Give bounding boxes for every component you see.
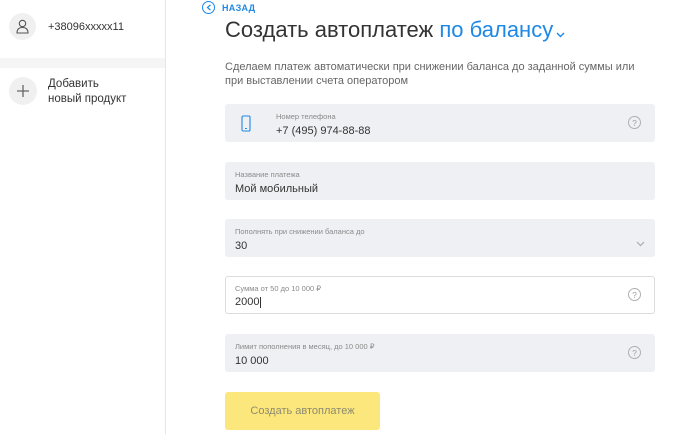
add-product-line2: новый продукт — [48, 93, 127, 105]
amount-input[interactable]: Сумма от 50 до 10 000 ₽ 2000 ? — [225, 276, 655, 314]
add-product-label: Добавить новый продукт — [48, 77, 126, 107]
text-cursor — [260, 296, 262, 308]
monthly-limit-field[interactable]: Лимит пополнения в месяц, до 10 000 ₽ 10… — [225, 334, 655, 372]
back-label: НАЗАД — [222, 2, 256, 13]
amount-label: Сумма от 50 до 10 000 ₽ — [235, 284, 322, 293]
phone-field[interactable]: Номер телефона +7 (495) 974-88-88 ? — [225, 104, 655, 142]
threshold-label: Пополнять при снижении баланса до — [235, 227, 365, 236]
chevron-down-icon — [636, 234, 645, 252]
payment-type-dropdown[interactable]: по балансу — [439, 17, 565, 42]
create-autopayment-button[interactable]: Создать автоплатеж — [225, 392, 380, 430]
sidebar: +38096xxxxx11 Добавить новый продукт — [0, 0, 166, 434]
back-link[interactable]: НАЗАД — [202, 1, 255, 14]
user-avatar-icon — [9, 13, 36, 40]
help-icon[interactable]: ? — [628, 288, 641, 301]
payment-type-label: по балансу — [439, 17, 554, 42]
add-product-button[interactable]: Добавить новый продукт — [0, 68, 165, 118]
add-product-line1: Добавить — [48, 78, 99, 90]
phone-value: +7 (495) 974-88-88 — [276, 125, 371, 137]
monthly-limit-label: Лимит пополнения в месяц, до 10 000 ₽ — [235, 342, 375, 351]
account-number: +38096xxxxx11 — [48, 21, 124, 33]
main-content: НАЗАД Создать автоплатеж по балансу Сдел… — [166, 0, 700, 434]
help-icon[interactable]: ? — [628, 116, 641, 129]
help-icon[interactable]: ? — [628, 346, 641, 359]
chevron-down-icon — [556, 18, 565, 44]
phone-icon — [241, 115, 251, 137]
payment-name-value: Мой мобильный — [235, 183, 319, 195]
sidebar-divider — [0, 58, 165, 68]
phone-label: Номер телефона — [276, 112, 336, 121]
chevron-left-icon — [202, 1, 215, 14]
threshold-value: 30 — [235, 240, 248, 252]
amount-value: 2000 — [235, 296, 260, 308]
monthly-limit-value: 10 000 — [235, 355, 269, 367]
page-title: Создать автоплатеж по балансу — [225, 17, 565, 44]
payment-name-field[interactable]: Название платежа Мой мобильный — [225, 162, 655, 200]
page-description: Сделаем платеж автоматически при снижени… — [225, 61, 635, 87]
amount-value-wrap: 2000 — [235, 296, 262, 308]
account-item[interactable]: +38096xxxxx11 — [0, 0, 165, 58]
plus-icon — [9, 77, 37, 105]
threshold-select[interactable]: Пополнять при снижении баланса до 30 — [225, 219, 655, 257]
payment-name-label: Название платежа — [235, 170, 300, 179]
page-title-prefix: Создать автоплатеж — [225, 17, 434, 42]
